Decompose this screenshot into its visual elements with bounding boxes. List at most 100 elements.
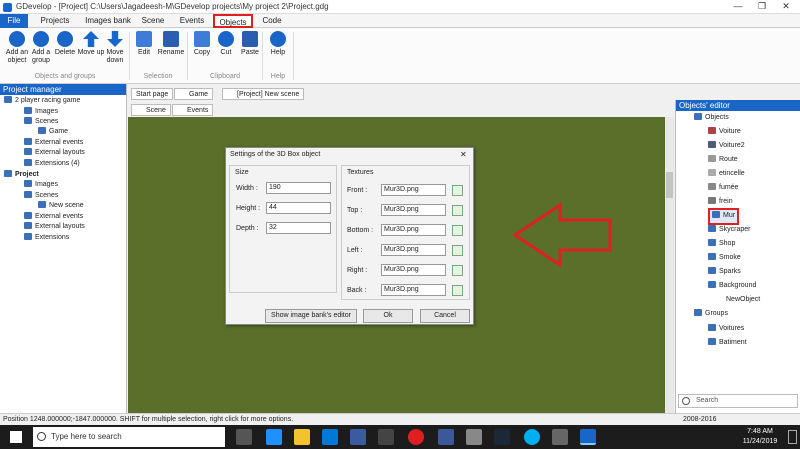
skype-icon[interactable] (524, 429, 540, 445)
tree-item[interactable]: External layouts (24, 148, 85, 159)
object-item[interactable]: Voiture2 (708, 141, 745, 152)
tree-item[interactable]: Groups (694, 309, 728, 320)
tree-item[interactable]: Scenes (24, 117, 58, 128)
objects-editor-title: Objects' editor (676, 100, 800, 111)
ok-button[interactable]: Ok (363, 309, 413, 323)
delete-button[interactable]: Delete (51, 31, 79, 57)
spark-icon (708, 169, 716, 176)
height-input[interactable]: 44 (266, 202, 331, 214)
top-texture-input[interactable]: Mur3D.png (381, 204, 446, 216)
left-texture-input[interactable]: Mur3D.png (381, 244, 446, 256)
tree-item[interactable]: External events (24, 212, 83, 223)
edit-button[interactable]: Edit (130, 31, 158, 57)
steam-icon[interactable] (494, 429, 510, 445)
object-item[interactable]: Route (708, 155, 738, 166)
groups-icon (694, 309, 702, 316)
tree-item[interactable]: Images (24, 107, 58, 118)
object-item[interactable]: Shop (708, 239, 735, 250)
clock[interactable]: 7:48 AM 11/24/2019 (735, 427, 785, 447)
opera-icon[interactable] (408, 429, 424, 445)
tree-item[interactable]: 2 player racing game (4, 96, 80, 107)
tree-item[interactable]: New scene (38, 201, 84, 212)
settings-icon[interactable] (466, 429, 482, 445)
app-icon[interactable] (350, 429, 366, 445)
minimize-button[interactable]: — (728, 1, 748, 13)
add-image-icon[interactable] (452, 285, 463, 296)
menu-images-bank[interactable]: Images bank (80, 14, 136, 28)
add-image-icon[interactable] (452, 225, 463, 236)
back-texture-input[interactable]: Mur3D.png (381, 284, 446, 296)
object-item[interactable]: Skycraper (708, 225, 751, 236)
cube-icon (708, 239, 716, 246)
add-image-icon[interactable] (452, 245, 463, 256)
object-item[interactable]: etincelle (708, 169, 745, 180)
file-explorer-icon[interactable] (294, 429, 310, 445)
windows-start-icon[interactable] (10, 431, 22, 443)
tree-item[interactable]: Objects (694, 113, 729, 124)
taskbar-search[interactable]: Type here to search (33, 427, 225, 447)
tab-events[interactable]: Events (172, 104, 214, 116)
tab-start-page[interactable]: Start page (131, 88, 174, 100)
front-texture-input[interactable]: Mur3D.png (381, 184, 446, 196)
store-icon[interactable] (322, 429, 338, 445)
bottom-texture-input[interactable]: Mur3D.png (381, 224, 446, 236)
right-texture-input[interactable]: Mur3D.png (381, 264, 446, 276)
move-down-button[interactable]: Move down (101, 31, 129, 65)
tab-game[interactable]: Game (174, 88, 214, 100)
tree-item[interactable]: External events (24, 138, 83, 149)
object-item[interactable]: Smoke (708, 253, 741, 264)
menu-file[interactable]: File (0, 14, 28, 28)
help-icon (270, 31, 286, 47)
maximize-button[interactable]: ❐ (752, 1, 772, 13)
group-item[interactable]: Batiment (708, 338, 747, 349)
object-item[interactable]: fumée (708, 183, 738, 194)
add-image-icon[interactable] (452, 185, 463, 196)
task-view-icon[interactable] (236, 429, 252, 445)
menu-code[interactable]: Code (258, 14, 286, 28)
menu-projects[interactable]: Projects (36, 14, 74, 28)
tab-new-scene[interactable]: [Project] New scene (222, 88, 305, 100)
facebook-icon[interactable] (438, 429, 454, 445)
edge-icon[interactable] (266, 429, 282, 445)
show-image-bank-button[interactable]: Show image bank's editor (265, 309, 357, 323)
edit-icon (136, 31, 152, 47)
tree-item[interactable]: Extensions (24, 233, 69, 244)
app-icon[interactable] (378, 429, 394, 445)
object-item[interactable]: Sparks (708, 267, 741, 278)
tree-item[interactable]: Project (4, 170, 39, 181)
box-settings-dialog: Settings of the 3D Box object ✕ Size Wid… (225, 147, 474, 325)
rename-button[interactable]: Rename (156, 31, 186, 57)
scene-scrollbar[interactable] (665, 117, 674, 413)
tree-item[interactable]: Scenes (24, 191, 58, 202)
paste-button[interactable]: Paste (236, 31, 264, 57)
object-item[interactable]: frein (708, 197, 733, 208)
add-image-icon[interactable] (452, 205, 463, 216)
scrollbar-thumb[interactable] (666, 172, 673, 198)
app-icon[interactable] (552, 429, 568, 445)
events-icon (24, 138, 32, 145)
width-input[interactable]: 190 (266, 182, 331, 194)
notification-icon[interactable] (788, 430, 797, 444)
gdevelop-taskbar-icon[interactable] (580, 429, 596, 445)
group-item[interactable]: Voitures (708, 324, 744, 335)
search-icon (37, 432, 46, 441)
menu-events[interactable]: Events (175, 14, 209, 28)
dialog-close-button[interactable]: ✕ (460, 150, 467, 159)
object-item[interactable]: Background (708, 281, 756, 292)
menu-scene[interactable]: Scene (138, 14, 168, 28)
object-item-selected[interactable]: Mur (708, 208, 740, 225)
tree-item[interactable]: Game (38, 127, 68, 138)
tree-item[interactable]: Images (24, 180, 58, 191)
depth-input[interactable]: 32 (266, 222, 331, 234)
new-object-item[interactable]: NewObject (726, 295, 760, 306)
add-image-icon[interactable] (452, 265, 463, 276)
search-input[interactable]: Search (678, 394, 798, 408)
tree-item[interactable]: Extensions (4) (24, 159, 80, 170)
help-button[interactable]: Help (264, 31, 292, 57)
tab-scene[interactable]: Scene (131, 104, 171, 116)
close-button[interactable]: ✕ (776, 1, 796, 13)
tree-item[interactable]: External layouts (24, 222, 85, 233)
menu-objects[interactable]: Objects (213, 14, 253, 28)
object-item[interactable]: Voiture (708, 127, 741, 138)
cancel-button[interactable]: Cancel (420, 309, 470, 323)
